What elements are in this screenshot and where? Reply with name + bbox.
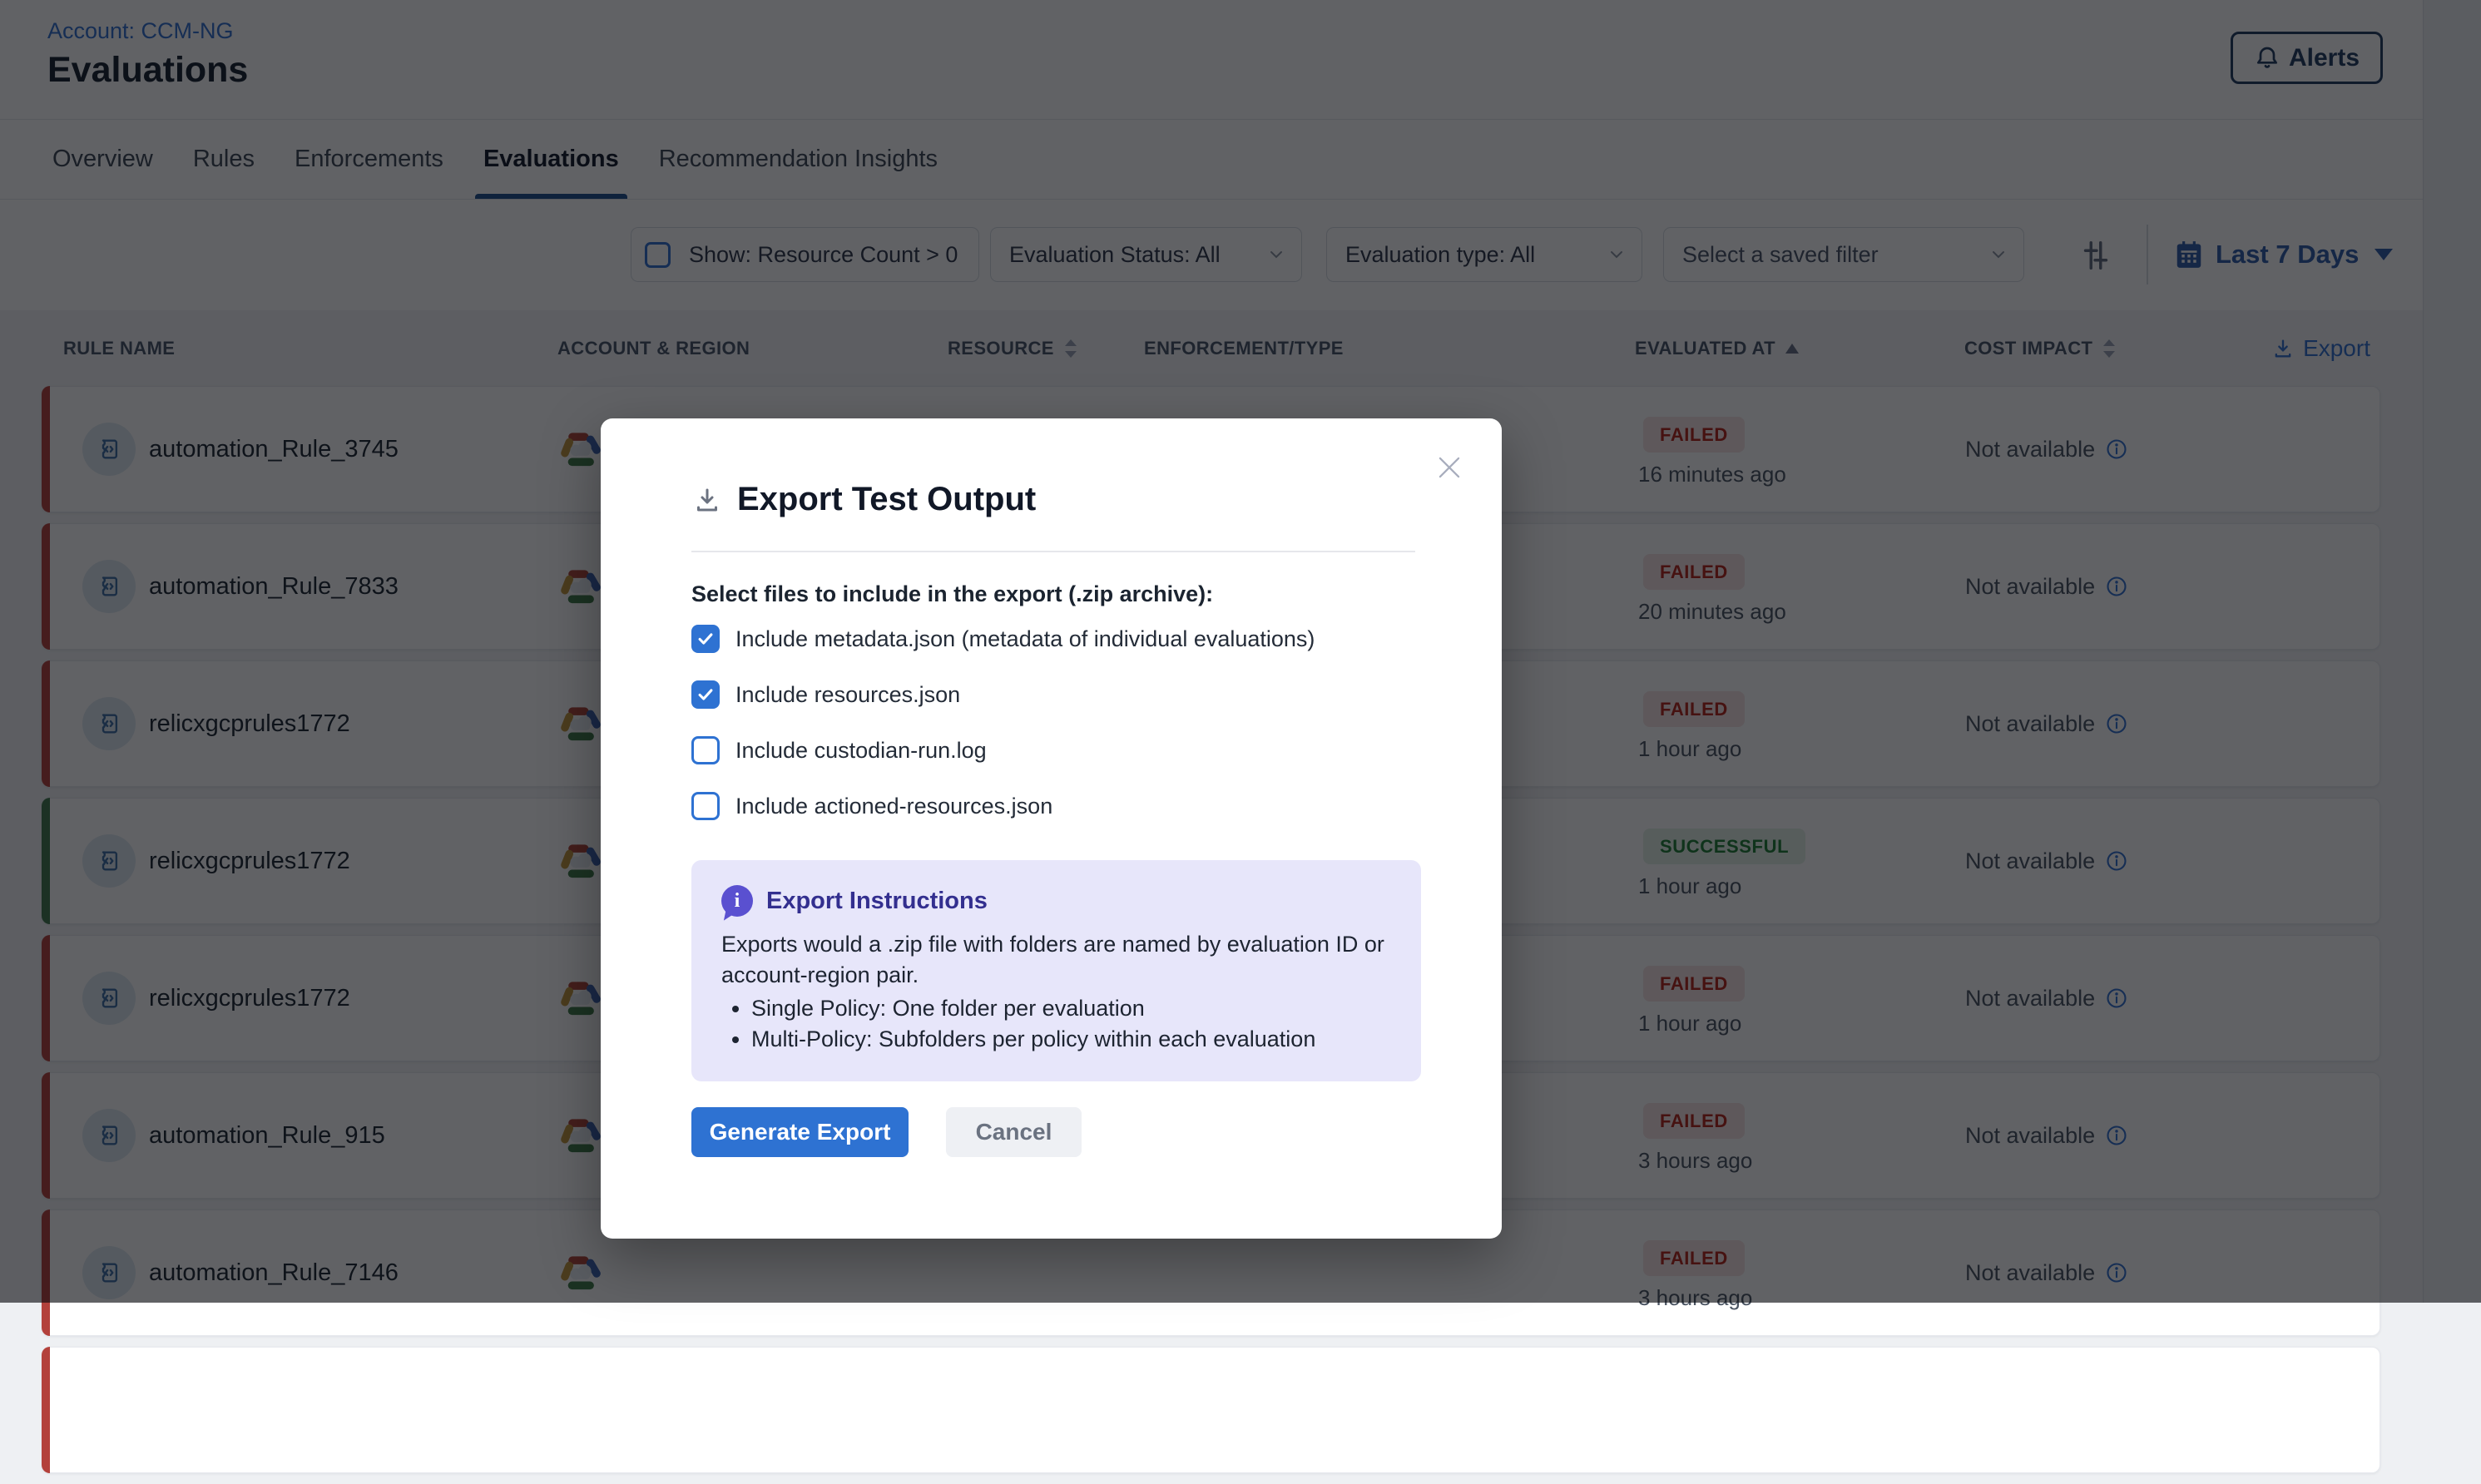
export-file-option[interactable]: Include metadata.json (metadata of indiv… [691, 625, 1315, 653]
instructions-title: Export Instructions [766, 888, 988, 915]
instruction-bullet: Multi-Policy: Subfolders per policy with… [751, 1024, 1391, 1055]
export-file-option[interactable]: Include custodian-run.log [691, 736, 1315, 764]
export-file-option-label: Include custodian-run.log [735, 738, 987, 764]
export-file-option-label: Include resources.json [735, 682, 960, 708]
cancel-button[interactable]: Cancel [946, 1107, 1082, 1157]
checkbox-icon[interactable] [691, 625, 720, 653]
export-file-option[interactable]: Include actioned-resources.json [691, 792, 1315, 820]
export-file-options: Include metadata.json (metadata of indiv… [691, 625, 1315, 820]
export-file-option-label: Include actioned-resources.json [735, 794, 1052, 819]
generate-export-button[interactable]: Generate Export [691, 1107, 909, 1157]
export-instructions-box: i Export Instructions Exports would a .z… [691, 860, 1421, 1081]
instruction-bullet: Single Policy: One folder per evaluation [751, 993, 1391, 1024]
info-bubble-icon: i [721, 885, 753, 917]
checkbox-icon[interactable] [691, 736, 720, 764]
row-status-accent [42, 1347, 50, 1473]
export-dialog: Export Test Output Select files to inclu… [601, 418, 1502, 1239]
select-files-label: Select files to include in the export (.… [691, 581, 1213, 607]
export-file-option[interactable]: Include resources.json [691, 680, 1315, 709]
checkbox-icon[interactable] [691, 792, 720, 820]
instructions-body: Exports would a .zip file with folders a… [721, 929, 1387, 991]
close-icon[interactable] [1434, 452, 1465, 483]
dialog-actions: Generate Export Cancel [691, 1107, 1082, 1157]
checkbox-icon[interactable] [691, 680, 720, 709]
download-icon [692, 485, 722, 515]
export-file-option-label: Include metadata.json (metadata of indiv… [735, 626, 1315, 652]
dialog-title: Export Test Output [737, 481, 1036, 518]
table-row[interactable] [42, 1347, 2380, 1473]
dialog-title-row: Export Test Output [692, 481, 1036, 518]
instructions-bullets: Single Policy: One folder per evaluation… [721, 993, 1391, 1055]
instructions-header: i Export Instructions [721, 885, 1391, 917]
dialog-divider [691, 551, 1415, 552]
